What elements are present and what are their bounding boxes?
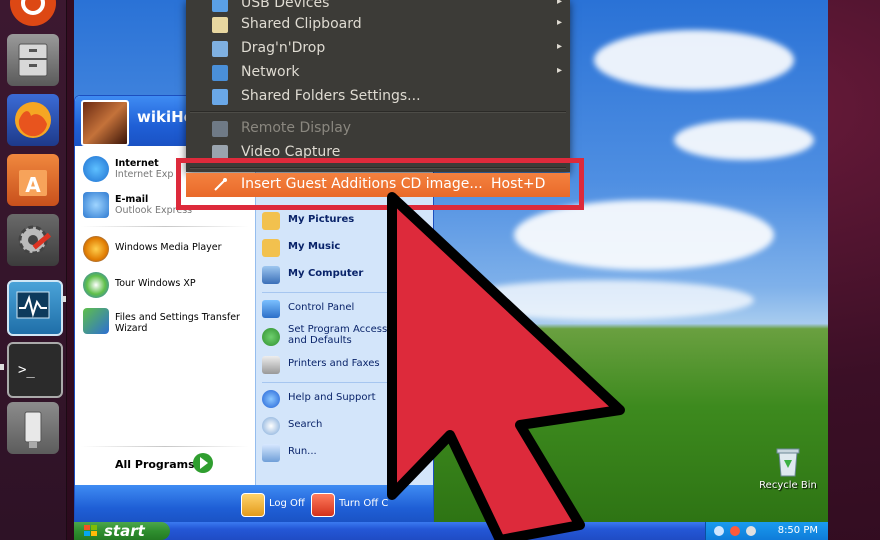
internet-explorer-icon <box>83 156 109 182</box>
all-programs-button[interactable]: All Programs <box>115 458 195 471</box>
svg-text:A: A <box>25 173 41 197</box>
svg-text:>_: >_ <box>18 362 35 378</box>
ubuntu-launcher: A >_ <box>0 0 67 540</box>
menu-item-remote-display: Remote Display <box>186 117 570 141</box>
network-icon <box>212 65 228 81</box>
taskbar-clock: 8:50 PM <box>777 525 818 536</box>
files-icon[interactable] <box>7 34 59 86</box>
system-monitor-icon[interactable] <box>7 280 63 336</box>
windows-flag-icon <box>84 525 97 536</box>
shared-folder-icon <box>212 89 228 105</box>
menu-separator <box>190 111 566 113</box>
submenu-arrow-icon: ▸ <box>556 65 562 76</box>
ubuntu-icon[interactable] <box>10 0 56 26</box>
usb-icon <box>212 0 228 12</box>
network-tray-icon[interactable] <box>714 526 724 536</box>
start-menu-separator <box>81 446 249 447</box>
menu-item-shared-clipboard[interactable]: Shared Clipboard ▸ <box>186 13 570 37</box>
program-access-icon <box>262 328 280 346</box>
menu-item-network[interactable]: Network ▸ <box>186 61 570 85</box>
drag-drop-icon <box>212 41 228 57</box>
start-button[interactable]: start <box>74 522 170 540</box>
my-music-icon <box>262 239 280 257</box>
menu-item-drag-drop[interactable]: Drag'n'Drop ▸ <box>186 37 570 61</box>
security-tray-icon[interactable] <box>730 526 740 536</box>
submenu-arrow-icon: ▸ <box>556 41 562 52</box>
cloud-decoration <box>674 120 814 160</box>
outlook-express-icon <box>83 192 109 218</box>
my-pictures-icon <box>262 212 280 230</box>
software-center-icon[interactable]: A <box>7 154 59 206</box>
tour-icon <box>83 272 109 298</box>
firefox-icon[interactable] <box>7 94 59 146</box>
recycle-bin[interactable]: Recycle Bin <box>754 446 822 496</box>
red-arrow-annotation <box>387 192 625 540</box>
cloud-decoration <box>594 30 794 90</box>
help-icon <box>262 390 280 408</box>
remote-display-icon <box>212 121 228 137</box>
clipboard-icon <box>212 17 228 33</box>
system-settings-icon[interactable] <box>7 214 59 266</box>
launcher-running-indicator <box>0 364 4 370</box>
terminal-icon[interactable]: >_ <box>7 342 63 398</box>
control-panel-icon <box>262 300 280 318</box>
printer-icon <box>262 356 280 374</box>
virtualbox-devices-menu: USB Devices ▸ Shared Clipboard ▸ Drag'n'… <box>186 0 570 172</box>
all-programs-arrow-icon <box>193 453 213 473</box>
recycle-bin-label: Recycle Bin <box>759 480 817 491</box>
user-avatar[interactable] <box>81 100 129 146</box>
power-icon <box>311 493 335 517</box>
recycle-bin-icon <box>776 448 800 477</box>
menu-item-shared-folders[interactable]: Shared Folders Settings... <box>186 85 570 109</box>
transfer-wizard-icon <box>83 308 109 334</box>
submenu-arrow-icon: ▸ <box>556 17 562 28</box>
start-menu-separator <box>81 226 249 227</box>
system-tray: 8:50 PM <box>705 522 828 540</box>
usb-drive-icon[interactable] <box>7 402 59 454</box>
run-icon <box>262 444 280 462</box>
submenu-arrow-icon: ▸ <box>556 0 562 7</box>
volume-tray-icon[interactable] <box>746 526 756 536</box>
my-computer-icon <box>262 266 280 284</box>
search-icon <box>262 417 280 435</box>
log-off-icon <box>241 493 265 517</box>
media-player-icon <box>83 236 109 262</box>
